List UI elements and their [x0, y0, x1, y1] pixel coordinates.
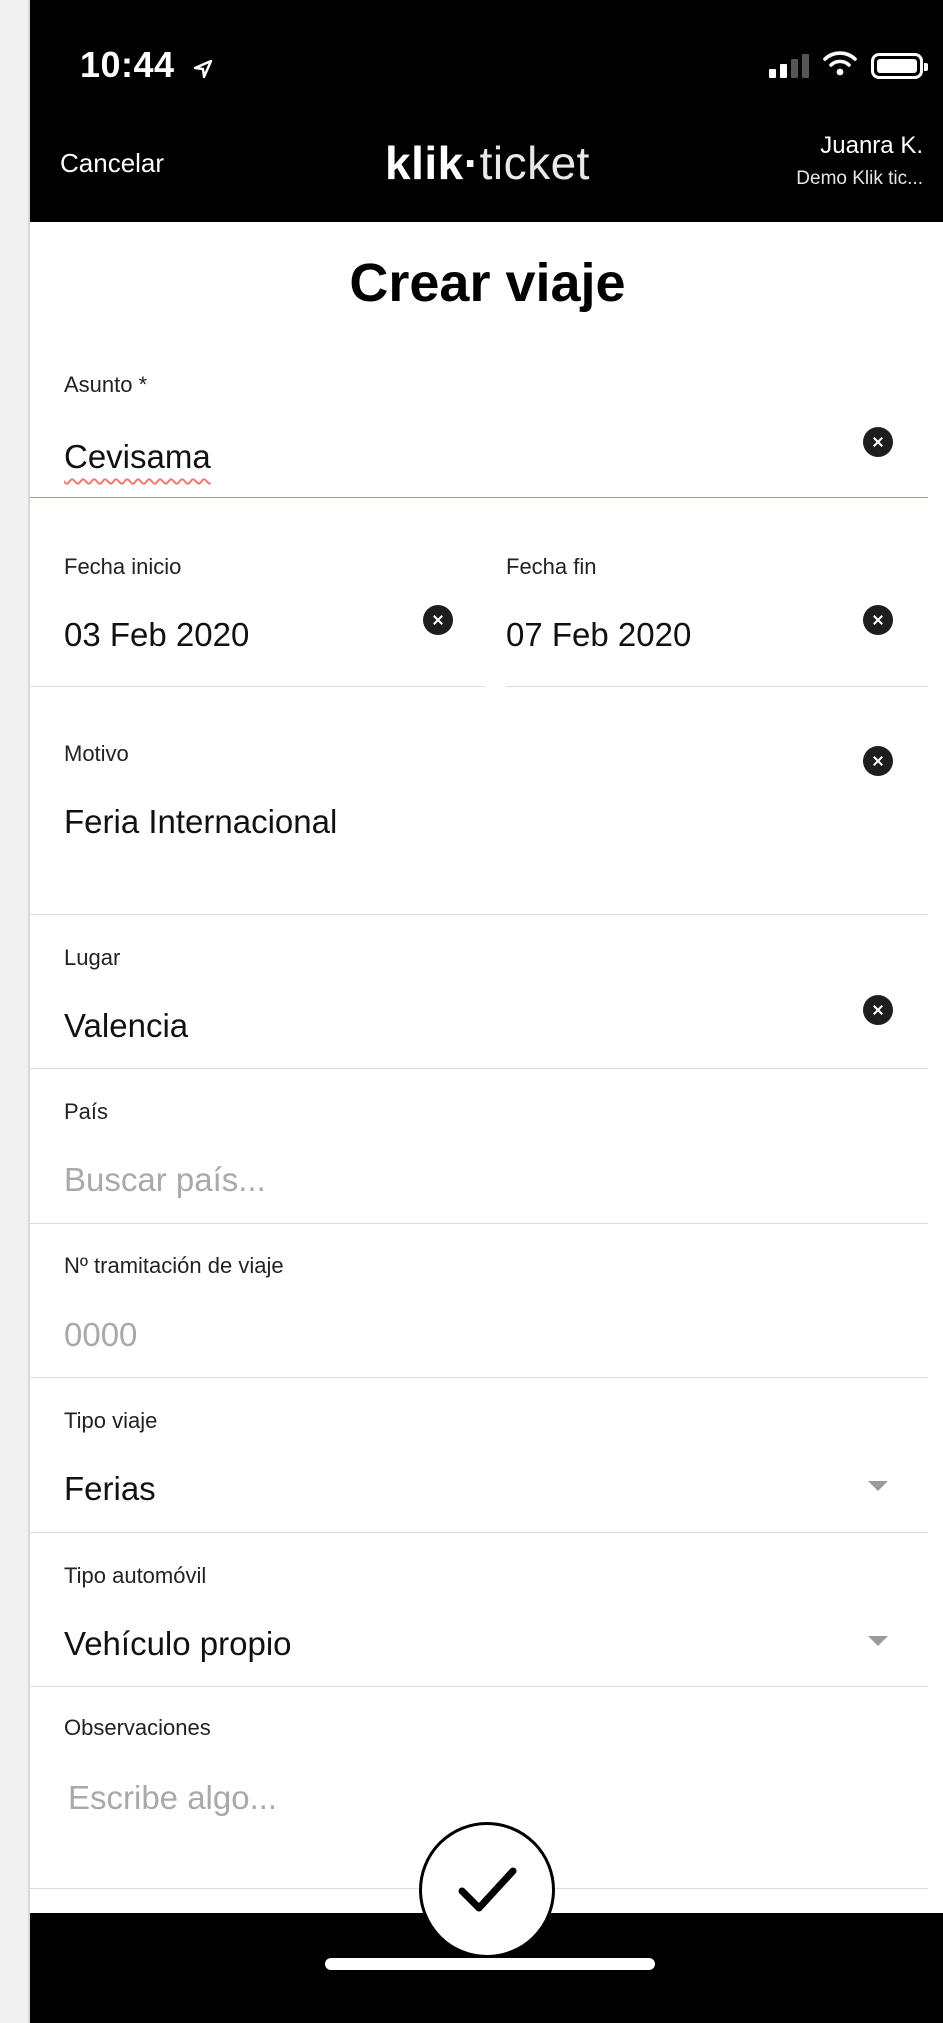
tipo-viaje-select[interactable]: Tipo viaje Ferias — [30, 1378, 928, 1533]
motivo-clear-icon[interactable] — [863, 746, 893, 776]
fecha-fin-label: Fecha fin — [506, 554, 597, 579]
app-header: 10:44 Cancelar klik·ticket Juanra K. Dem… — [30, 0, 943, 222]
logo-bold-part: klik — [385, 137, 464, 189]
pais-label: País — [64, 1099, 109, 1124]
logo-light-part: ticket — [479, 137, 590, 189]
asunto-clear-icon[interactable] — [863, 427, 893, 457]
fecha-fin-clear-icon[interactable] — [863, 605, 893, 635]
tipo-automovil-select[interactable]: Tipo automóvil Vehículo propio — [30, 1533, 928, 1687]
asunto-field[interactable]: Asunto * Cevisama — [30, 360, 928, 498]
tipo-viaje-value: Ferias — [64, 1470, 156, 1507]
fecha-inicio-input[interactable]: 03 Feb 2020 — [64, 616, 249, 654]
battery-icon — [871, 52, 928, 79]
motivo-label: Motivo — [64, 741, 129, 766]
motivo-field[interactable]: Motivo Feria Internacional — [30, 687, 928, 915]
fecha-fin-input[interactable]: 07 Feb 2020 — [506, 616, 691, 654]
lugar-label: Lugar — [64, 945, 121, 970]
chevron-down-icon — [868, 1636, 888, 1646]
cancel-button[interactable]: Cancelar — [60, 148, 164, 179]
tipo-automovil-value: Vehículo propio — [64, 1625, 292, 1662]
checkmark-icon — [458, 1867, 517, 1912]
user-name: Juanra K. — [820, 132, 923, 159]
home-indicator[interactable] — [325, 1958, 655, 1970]
app-logo: klik·ticket — [385, 136, 590, 190]
phone-screen: 10:44 Cancelar klik·ticket Juanra K. Dem… — [28, 0, 943, 2023]
user-info[interactable]: Juanra K. Demo Klik tic... — [796, 132, 923, 190]
wifi-icon — [823, 50, 857, 81]
status-time-text: 10:44 — [80, 44, 175, 85]
lugar-clear-icon[interactable] — [863, 995, 893, 1025]
fecha-inicio-clear-icon[interactable] — [423, 605, 453, 635]
page-title: Crear viaje — [349, 253, 626, 313]
fecha-inicio-label: Fecha inicio — [64, 554, 182, 579]
asunto-input[interactable]: Cevisama — [64, 438, 211, 476]
tipo-viaje-label: Tipo viaje — [64, 1408, 158, 1433]
tramitacion-field[interactable]: Nº tramitación de viaje 0000 — [30, 1224, 928, 1378]
fecha-inicio-field[interactable]: Fecha inicio 03 Feb 2020 — [30, 498, 485, 687]
fecha-fin-field[interactable]: Fecha fin 07 Feb 2020 — [506, 498, 928, 687]
signal-icon — [769, 53, 809, 78]
status-icons — [769, 50, 928, 81]
observaciones-label: Observaciones — [64, 1715, 211, 1740]
tramitacion-label: Nº tramitación de viaje — [64, 1253, 284, 1278]
observaciones-input[interactable]: Escribe algo... — [68, 1779, 277, 1817]
pais-search-input[interactable]: Buscar país... — [64, 1161, 266, 1199]
location-arrow-icon — [193, 46, 213, 88]
logo-dot: · — [463, 137, 480, 189]
lugar-input[interactable]: Valencia — [64, 1007, 188, 1045]
user-company: Demo Klik tic... — [796, 168, 923, 189]
chevron-down-icon — [868, 1481, 888, 1491]
status-time: 10:44 — [80, 44, 213, 88]
tipo-automovil-label: Tipo automóvil — [64, 1563, 207, 1588]
tramitacion-input[interactable]: 0000 — [64, 1316, 137, 1354]
motivo-input[interactable]: Feria Internacional — [64, 803, 337, 841]
asunto-label: Asunto * — [64, 372, 148, 397]
confirm-button[interactable] — [419, 1822, 555, 1958]
lugar-field[interactable]: Lugar Valencia — [30, 915, 928, 1069]
pais-field[interactable]: País Buscar país... — [30, 1069, 928, 1224]
